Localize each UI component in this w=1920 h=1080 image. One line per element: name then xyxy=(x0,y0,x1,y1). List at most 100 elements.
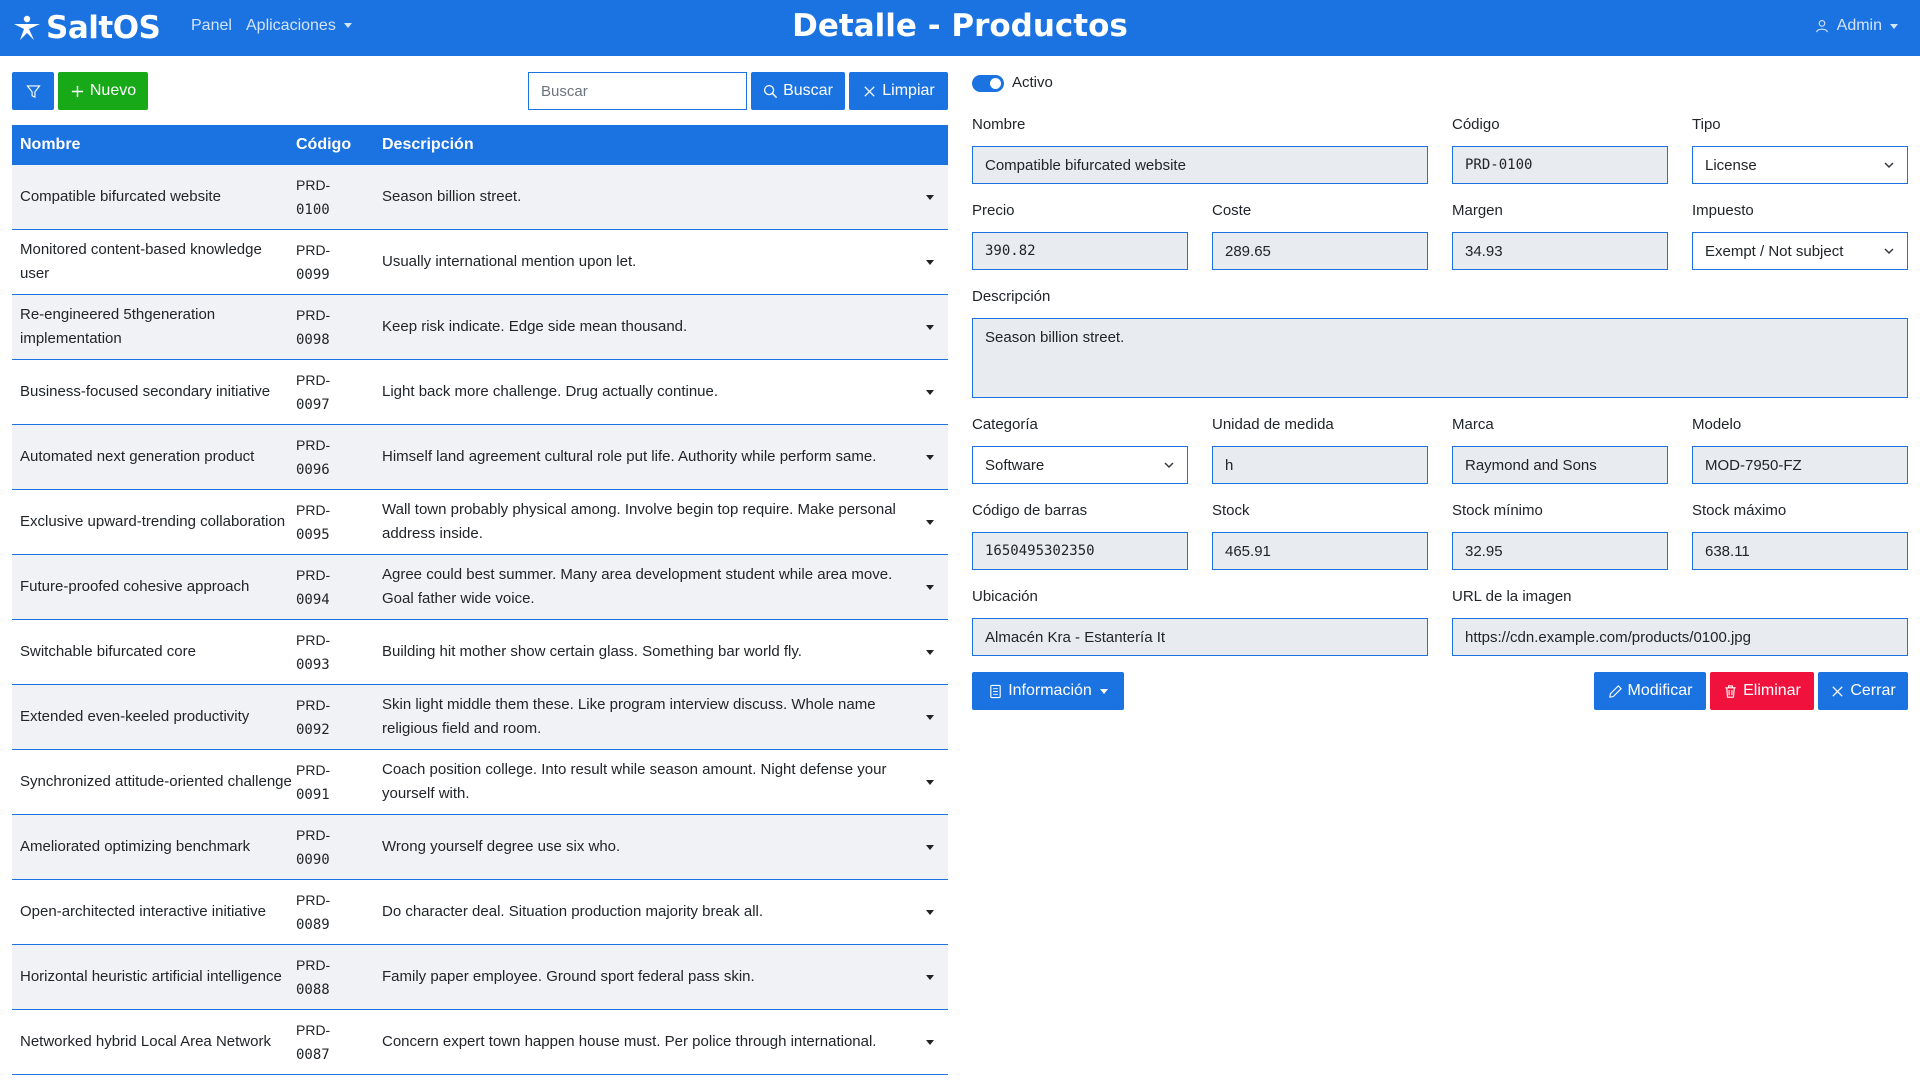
close-icon xyxy=(864,85,875,97)
column-header-description[interactable]: Descripción xyxy=(382,136,474,154)
impuesto-select[interactable]: Exempt / Not subject xyxy=(1692,232,1908,270)
row-name: Future-proofed cohesive approach xyxy=(20,578,250,595)
clear-button[interactable]: Limpiar xyxy=(849,72,948,110)
margen-field[interactable]: 34.93 xyxy=(1452,232,1668,270)
search-button[interactable]: Buscar xyxy=(751,72,845,110)
caret-down-icon xyxy=(1099,688,1108,694)
caret-down-icon xyxy=(926,194,934,200)
categoria-select-value: Software xyxy=(985,456,1045,474)
row-actions-dropdown[interactable] xyxy=(924,750,936,814)
row-actions-dropdown[interactable] xyxy=(924,555,936,619)
delete-button-label: Eliminar xyxy=(1743,682,1801,699)
row-name: Extended even-keeled productivity xyxy=(20,708,250,725)
row-actions-dropdown[interactable] xyxy=(924,945,936,1009)
label-tipo: Tipo xyxy=(1692,116,1721,133)
new-button[interactable]: Nuevo xyxy=(58,72,148,110)
row-actions-dropdown[interactable] xyxy=(924,620,936,684)
marca-field[interactable]: Raymond and Sons xyxy=(1452,446,1668,484)
row-name: Automated next generation product xyxy=(20,448,255,465)
row-actions-dropdown[interactable] xyxy=(924,425,936,489)
stock-field[interactable]: 465.91 xyxy=(1212,532,1428,570)
ubicacion-field[interactable]: Almacén Kra - Estantería It xyxy=(972,618,1428,656)
row-actions-dropdown[interactable] xyxy=(924,165,936,229)
unidad-field[interactable]: h xyxy=(1212,446,1428,484)
barcode-field[interactable]: 1650495302350 xyxy=(972,532,1188,570)
table-row[interactable]: Horizontal heuristic artificial intellig… xyxy=(12,945,948,1010)
info-dropdown-button[interactable]: Información xyxy=(972,672,1124,710)
precio-field[interactable]: 390.82 xyxy=(972,232,1188,270)
table-row[interactable]: Synchronized attitude-oriented challenge… xyxy=(12,750,948,815)
nombre-field[interactable]: Compatible bifurcated website xyxy=(972,146,1428,184)
nav-panel-link[interactable]: Panel xyxy=(191,17,232,35)
categoria-select[interactable]: Software xyxy=(972,446,1188,484)
tipo-select-value: License xyxy=(1705,156,1757,174)
info-button-label: Información xyxy=(1008,682,1092,699)
column-header-name[interactable]: Nombre xyxy=(20,136,80,154)
column-header-code[interactable]: Código xyxy=(296,136,351,154)
row-name: Open-architected interactive initiative xyxy=(20,903,266,920)
table-row[interactable]: Business-focused secondary initiative PR… xyxy=(12,360,948,425)
caret-down-icon xyxy=(926,259,934,265)
url-imagen-field[interactable]: https://cdn.example.com/products/0100.jp… xyxy=(1452,618,1908,656)
row-description: Coach position college. Into result whil… xyxy=(382,761,887,802)
row-name: Monitored content-based knowledge user xyxy=(20,241,262,282)
table-row[interactable]: Exclusive upward-trending collaboration … xyxy=(12,490,948,555)
table-row[interactable]: Open-architected interactive initiative … xyxy=(12,880,948,945)
table-row[interactable]: Networked hybrid Local Area Network PRD-… xyxy=(12,1010,948,1075)
caret-down-icon xyxy=(926,714,934,720)
modify-button[interactable]: Modificar xyxy=(1594,672,1706,710)
table-row[interactable]: Compatible bifurcated website PRD- 0100 S… xyxy=(12,165,948,230)
modelo-field[interactable]: MOD-7950-FZ xyxy=(1692,446,1908,484)
table-row[interactable]: Re-engineered 5thgeneration implementati… xyxy=(12,295,948,360)
active-toggle-label: Activo xyxy=(1012,74,1053,91)
active-toggle[interactable] xyxy=(972,75,1004,92)
filter-button[interactable] xyxy=(12,72,54,110)
row-description: Do character deal. Situation production … xyxy=(382,903,764,920)
row-name: Networked hybrid Local Area Network xyxy=(20,1033,271,1050)
label-categoria: Categoría xyxy=(972,416,1038,433)
table-row[interactable]: Future-proofed cohesive approach PRD- 009… xyxy=(12,555,948,620)
row-actions-dropdown[interactable] xyxy=(924,360,936,424)
table-row[interactable]: Switchable bifurcated core PRD- 0093 Buil… xyxy=(12,620,948,685)
caret-down-icon xyxy=(926,909,934,915)
caret-down-icon xyxy=(926,844,934,850)
row-actions-dropdown[interactable] xyxy=(924,1010,936,1074)
codigo-field[interactable]: PRD-0100 xyxy=(1452,146,1668,184)
coste-field[interactable]: 289.65 xyxy=(1212,232,1428,270)
row-actions-dropdown[interactable] xyxy=(924,685,936,749)
close-button[interactable]: Cerrar xyxy=(1818,672,1908,710)
table-header: Nombre Código Descripción xyxy=(12,125,948,165)
label-precio: Precio xyxy=(972,202,1015,219)
table-row[interactable]: Monitored content-based knowledge user P… xyxy=(12,230,948,295)
row-actions-dropdown[interactable] xyxy=(924,880,936,944)
descripcion-textarea[interactable]: Season billion street. xyxy=(972,318,1908,398)
stock-min-field[interactable]: 32.95 xyxy=(1452,532,1668,570)
delete-button[interactable]: Eliminar xyxy=(1710,672,1814,710)
stock-max-field[interactable]: 638.11 xyxy=(1692,532,1908,570)
brand-name: SaltOS xyxy=(46,10,161,46)
saltos-star-icon xyxy=(14,15,40,40)
row-actions-dropdown[interactable] xyxy=(924,230,936,294)
row-actions-dropdown[interactable] xyxy=(924,815,936,879)
row-name: Horizontal heuristic artificial intellig… xyxy=(20,968,282,985)
row-name: Ameliorated optimizing benchmark xyxy=(20,838,251,855)
user-menu[interactable]: Admin xyxy=(1815,17,1898,35)
table-row[interactable]: Ameliorated optimizing benchmark PRD- 009… xyxy=(12,815,948,880)
row-description: Agree could best summer. Many area devel… xyxy=(382,566,893,607)
row-code: PRD- 0092 xyxy=(296,696,331,738)
table-row[interactable]: Extended even-keeled productivity PRD- 00… xyxy=(12,685,948,750)
brand-logo[interactable]: SaltOS xyxy=(12,8,161,48)
search-input[interactable] xyxy=(528,72,747,110)
pencil-icon xyxy=(1608,684,1622,698)
row-description: Skin light middle them these. Like progr… xyxy=(382,696,876,737)
plus-icon xyxy=(71,85,83,97)
row-actions-dropdown[interactable] xyxy=(924,295,936,359)
label-ubicacion: Ubicación xyxy=(972,588,1038,605)
label-unidad: Unidad de medida xyxy=(1212,416,1334,433)
nav-apps-dropdown[interactable]: Aplicaciones xyxy=(246,17,352,35)
tipo-select[interactable]: License xyxy=(1692,146,1908,184)
caret-down-icon xyxy=(926,454,934,460)
row-description: Concern expert town happen house must. P… xyxy=(382,1033,877,1050)
row-actions-dropdown[interactable] xyxy=(924,490,936,554)
table-row[interactable]: Automated next generation product PRD- 00… xyxy=(12,425,948,490)
